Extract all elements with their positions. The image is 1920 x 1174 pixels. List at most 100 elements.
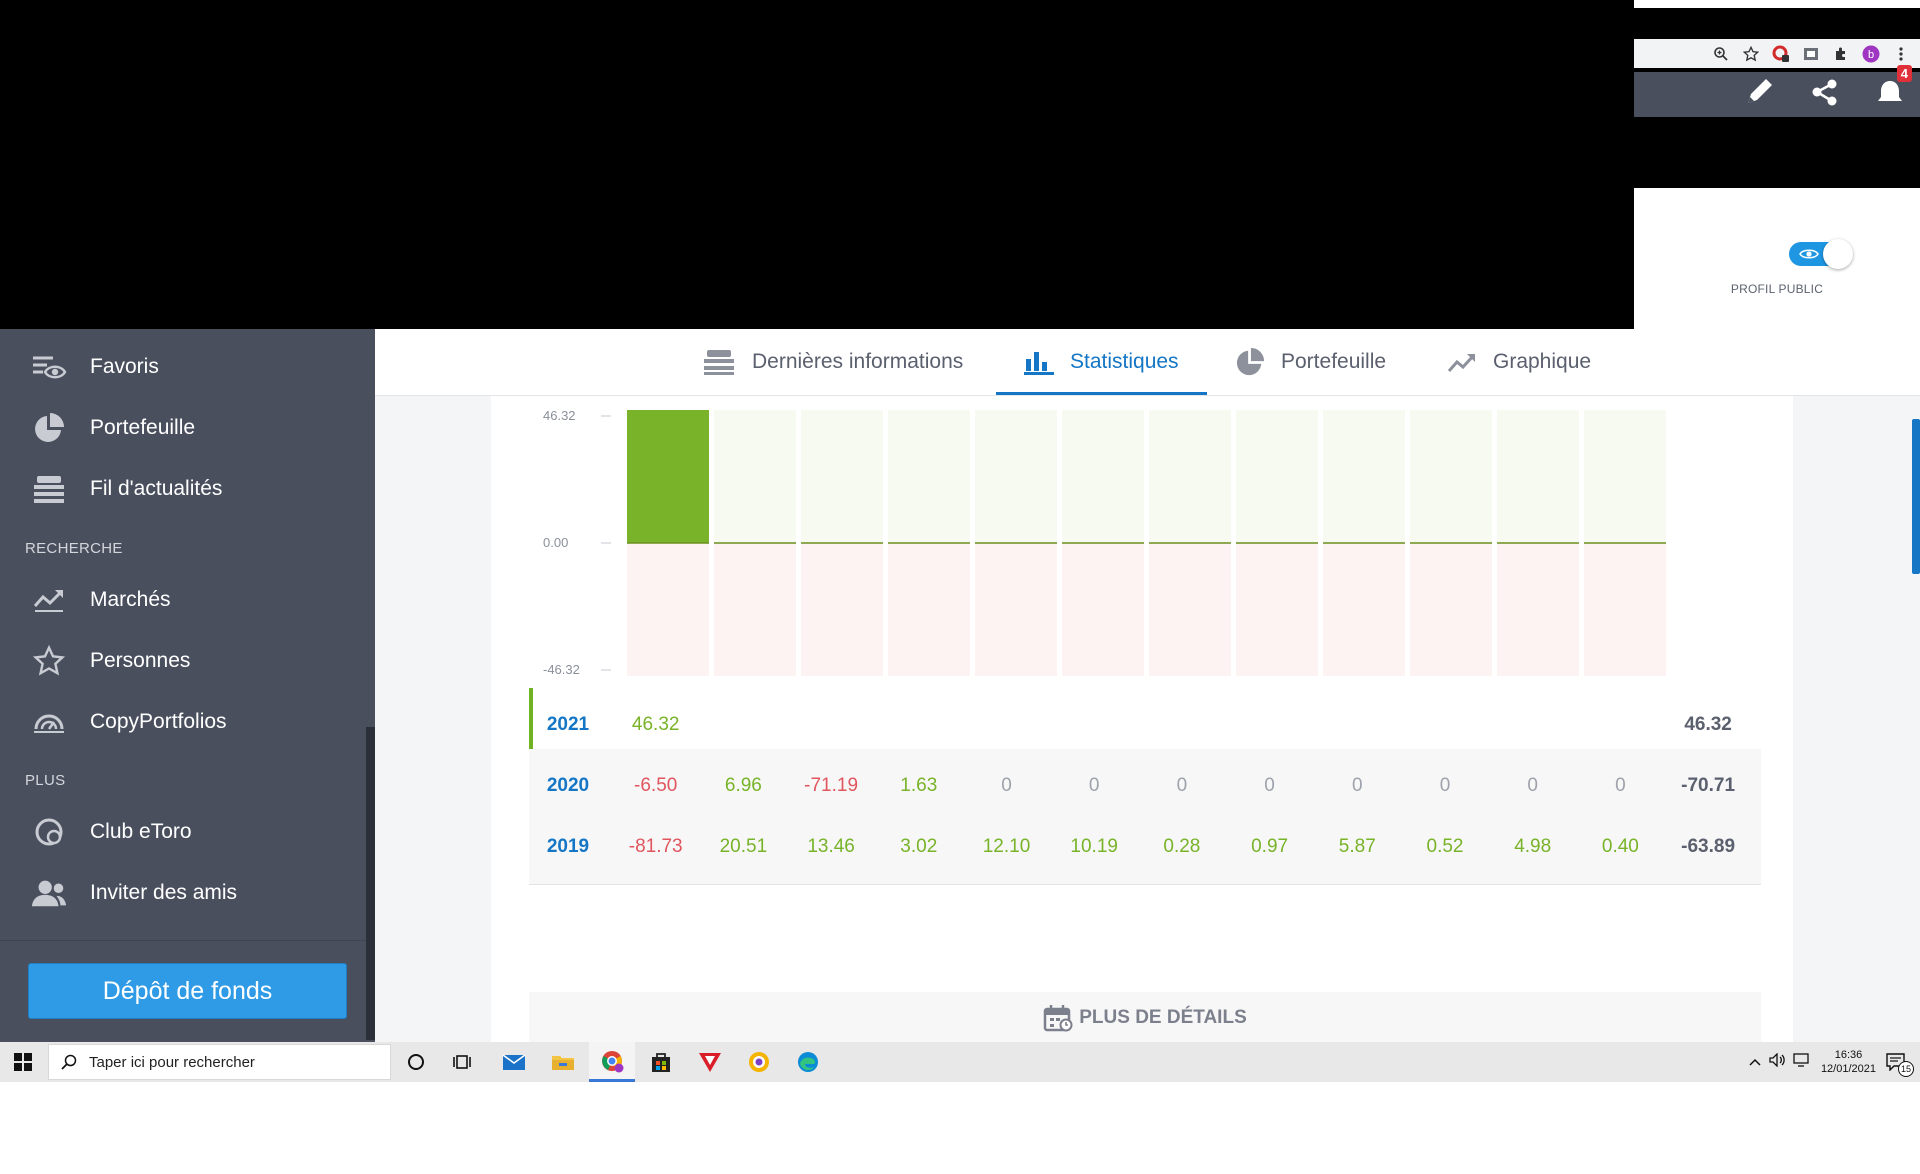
sidebar-item-label: Personnes [90,649,191,672]
bookmark-star-icon[interactable] [1742,45,1760,63]
positive-background [1584,410,1666,543]
sidebar-item-inviter-amis[interactable]: Inviter des amis [0,870,366,916]
month-value-cell: 3.02 [900,836,938,857]
public-profile-toggle[interactable] [1789,239,1853,269]
table-row[interactable]: 2019 -81.73 20.51 13.46 3.02 12.10 10.19 0.28 0.… [529,810,1761,885]
sidebar-item-copyportfolios[interactable]: CopyPortfolios [0,699,366,745]
deposit-funds-button[interactable]: Dépôt de fonds [28,963,347,1019]
taskbar-search-input[interactable] [87,1052,371,1072]
y-tick-label: 46.32 [543,408,576,423]
month-value-cell: 12.10 [982,836,1031,857]
invite-friends-icon [30,874,68,912]
sidebar-item-personnes[interactable]: Personnes [0,638,366,684]
chrome-app-icon[interactable] [589,1042,635,1082]
start-button[interactable] [0,1042,46,1082]
sidebar-divider [0,940,366,941]
mail-app-icon[interactable] [491,1042,537,1082]
tab-dernieres-informations[interactable]: Dernières informations [702,329,963,395]
positive-background [1236,410,1318,543]
black-overlay-4 [1634,117,1920,188]
taskbar-search[interactable] [48,1044,391,1080]
month-value-cell: 10.19 [1070,836,1118,857]
month-value-cell: 0.40 [1601,836,1639,857]
sidebar-item-fil-actualites[interactable]: Fil d'actualités [0,466,366,512]
eye-list-icon [30,348,68,386]
more-details-link[interactable]: PLUS DE DÉTAILS [529,1004,1761,1032]
zoom-icon[interactable] [1712,45,1730,63]
tab-statistiques[interactable]: Statistiques [1024,329,1179,395]
tab-label: Portefeuille [1281,350,1387,373]
network-icon[interactable] [1793,1052,1811,1072]
clock-date: 12/01/2021 [1820,1063,1876,1075]
bar-jan[interactable] [627,410,709,543]
tab-graphique[interactable]: Graphique [1447,329,1591,395]
edge-app-icon[interactable] [785,1042,831,1082]
windows-logo-icon [14,1053,32,1071]
month-value-cell: 0.52 [1426,836,1464,857]
positive-background [888,410,970,543]
negative-background [1323,543,1405,676]
eye-icon [1799,249,1819,259]
notifications-button[interactable]: 4 [1874,65,1912,112]
windows-taskbar: 16:36 12/01/2021 15 [0,1042,1920,1082]
news-feed-icon [30,470,68,508]
share-icon[interactable] [1810,77,1840,112]
file-explorer-icon[interactable] [540,1042,586,1082]
y-tick-label: 0.00 [543,535,568,550]
positive-background [1497,410,1579,543]
sidebar-item-club-etoro[interactable]: Club eToro [0,809,366,855]
store-app-icon[interactable] [638,1042,684,1082]
negative-background [801,543,883,676]
sidebar-item-marches[interactable]: Marchés [0,577,366,623]
browser-app-icon[interactable] [736,1042,782,1082]
action-center-icon[interactable]: 15 [1886,1053,1914,1077]
sidebar-item-portefeuille[interactable]: Portefeuille [0,405,366,451]
tab-portefeuille[interactable]: Portefeuille [1235,329,1386,395]
edit-pencil-icon[interactable] [1744,77,1776,112]
notification-badge: 4 [1896,65,1912,82]
pie-chart-icon [1235,347,1265,377]
negative-background [1062,543,1144,676]
pie-chart-icon [30,409,68,447]
browser-menu-icon[interactable] [1892,45,1910,63]
sidebar-item-favoris[interactable]: Favoris [0,344,366,390]
trend-chart-icon [30,581,68,619]
vpn-app-icon[interactable] [687,1042,733,1082]
monthly-returns-chart: 46.32 0.00 -46.32 [543,408,1666,677]
clock-time: 16:36 [1834,1049,1863,1061]
volume-icon[interactable] [1769,1051,1787,1072]
profile-avatar-icon[interactable]: b [1862,45,1880,63]
extension-box-icon[interactable] [1802,45,1820,63]
sidebar-scrollbar[interactable] [366,727,375,1040]
extension-red-icon[interactable] [1772,45,1790,63]
sidebar-item-label: Favoris [90,355,159,378]
positive-background [1410,410,1492,543]
negative-background [1236,543,1318,676]
negative-background [627,543,709,676]
star-icon [30,642,68,680]
negative-background [1149,543,1231,676]
sidebar-item-label: CopyPortfolios [90,710,227,733]
active-tab-indicator [996,392,1207,395]
month-value-cell: 4.98 [1514,836,1552,857]
notification-count-badge: 15 [1898,1061,1914,1077]
tab-label: Statistiques [1070,350,1179,373]
task-view-icon[interactable] [440,1042,486,1082]
tab-label: Dernières informations [752,350,964,373]
month-value-cell: 0.97 [1251,836,1289,857]
chevron-up-icon[interactable] [1749,1053,1761,1071]
positive-background [801,410,883,543]
system-clock[interactable]: 16:36 12/01/2021 [1821,1048,1876,1076]
copy-portfolio-icon [30,703,68,741]
year-cell[interactable]: 2019 [528,810,608,884]
section-label-plus: PLUS [25,772,66,789]
puzzle-extensions-icon[interactable] [1832,45,1850,63]
etoro-topbar: 4 [1634,65,1920,117]
black-overlay [0,0,1634,329]
system-tray: 16:36 12/01/2021 15 [1749,1042,1920,1082]
browser-strip [1634,0,1920,8]
cortana-icon[interactable] [393,1042,439,1082]
main-scrollbar[interactable] [1912,419,1920,574]
positive-background [1062,410,1144,543]
calendar-icon [1044,1005,1073,1032]
